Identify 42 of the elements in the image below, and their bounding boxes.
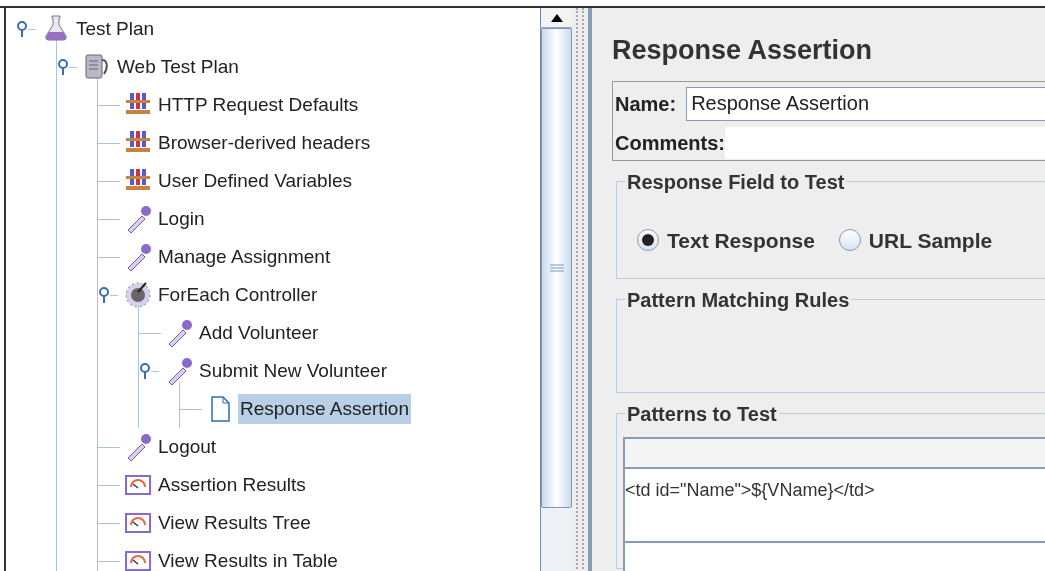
expand-handle-icon[interactable]	[98, 287, 110, 303]
radio-button[interactable]	[838, 229, 861, 252]
tree-item[interactable]: User Defined Variables	[156, 166, 354, 196]
scroll-up-button[interactable]	[541, 8, 572, 28]
tree-item[interactable]: ForEach Controller	[156, 280, 320, 310]
tree-item[interactable]: Submit New Volunteer	[197, 356, 389, 386]
group-title: Pattern Matching Rules	[626, 287, 851, 313]
name-input-field[interactable]: Response Assertion	[686, 86, 1045, 121]
group-title: Response Field to Test	[626, 169, 846, 195]
field-label: Comments:	[614, 130, 725, 156]
comments-input-field[interactable]	[725, 126, 1045, 159]
tree-item[interactable]: Test Plan	[74, 14, 157, 44]
radio-label: Text Response	[667, 227, 815, 254]
panel-title: Response Assertion	[612, 34, 874, 67]
tree-item[interactable]: Response Assertion	[238, 394, 411, 424]
group-title: Patterns to Test	[626, 401, 778, 427]
grip-icon	[549, 264, 564, 272]
tree-item[interactable]: Assertion Results	[156, 470, 308, 500]
spool-icon	[83, 52, 111, 82]
radio-button[interactable]	[637, 229, 659, 252]
tree-item[interactable]: View Results Tree	[156, 508, 313, 538]
field-label: Name:	[614, 91, 677, 117]
radio-option[interactable]: Text Response	[637, 224, 815, 256]
flask-icon	[42, 14, 70, 44]
tree-item[interactable]: Add Volunteer	[197, 318, 321, 348]
gauge-dial-icon	[124, 280, 152, 310]
tree-item[interactable]: Manage Assignment	[156, 242, 333, 272]
tree-item[interactable]: HTTP Request Defaults	[156, 90, 361, 120]
tree-item[interactable]: Web Test Plan	[115, 52, 241, 82]
table-cell[interactable]: <td id="Name">${VName}</td>	[625, 468, 1045, 543]
expand-handle-icon[interactable]	[16, 21, 28, 37]
tree-item[interactable]: Logout	[156, 432, 219, 462]
scroll-up-icon	[550, 13, 563, 22]
tree-item[interactable]: Login	[156, 204, 207, 234]
splitter-handle[interactable]	[572, 8, 592, 571]
radio-label: URL Sample	[868, 227, 993, 254]
tree-item[interactable]: Browser-derived headers	[156, 128, 373, 158]
expand-handle-icon[interactable]	[57, 59, 69, 75]
radio-option[interactable]: URL Sample	[838, 224, 993, 256]
tree-item[interactable]: View Results in Table	[156, 546, 340, 571]
expand-handle-icon[interactable]	[139, 363, 151, 379]
scrollbar-thumb[interactable]	[541, 28, 572, 508]
